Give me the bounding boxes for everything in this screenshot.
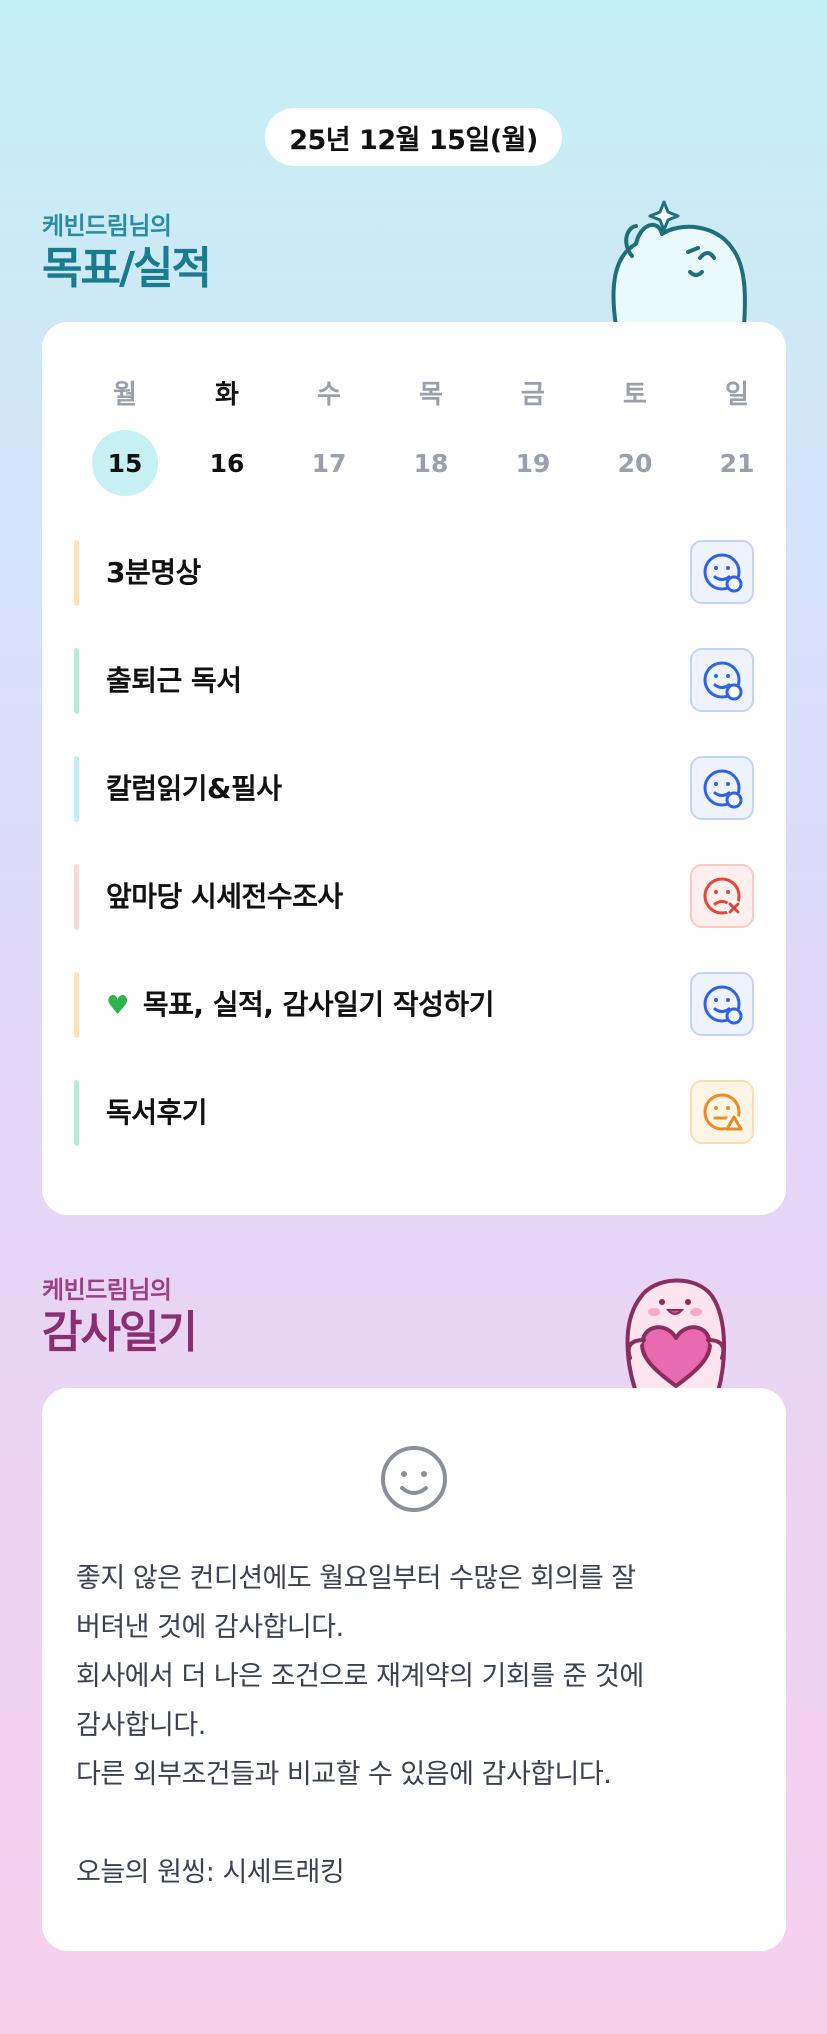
done-face-icon (703, 769, 743, 809)
done-face-icon (703, 661, 743, 701)
goal-item[interactable]: 앞마당 시세전수조사 (74, 864, 754, 930)
goal-item[interactable]: 독서후기 (74, 1080, 754, 1146)
smile-face-icon (381, 1446, 447, 1512)
goal-label: 독서후기 (106, 1096, 208, 1129)
goal-color-bar (74, 540, 79, 606)
goal-status-button[interactable] (690, 648, 754, 712)
goals-card: 월 화 수 목 금 토 일 15 16 17 18 19 20 21 3분명상 … (42, 322, 786, 1215)
gratitude-blank-line (76, 1799, 756, 1848)
goal-status-button[interactable] (690, 756, 754, 820)
goal-label: 3분명상 (106, 556, 201, 589)
goal-label: 앞마당 시세전수조사 (106, 880, 343, 913)
date-cell-selected[interactable]: 15 (74, 430, 176, 496)
date-cell[interactable]: 21 (686, 430, 788, 496)
ghost-mascot-icon (611, 200, 747, 326)
green-heart-icon: ♥ (106, 991, 129, 1021)
date-cell[interactable]: 16 (176, 430, 278, 496)
pink-mascot-heart-icon (625, 1278, 727, 1392)
done-face-icon (703, 985, 743, 1025)
weekday-mon: 월 (113, 380, 137, 410)
done-face-icon (703, 553, 743, 593)
goal-label: 출퇴근 독서 (106, 664, 242, 697)
weekday-sat: 토 (623, 380, 647, 410)
failed-face-icon (703, 877, 742, 916)
date-cell[interactable]: 17 (278, 430, 380, 496)
goal-color-bar (74, 648, 79, 714)
goal-item[interactable]: ♥ 목표, 실적, 감사일기 작성하기 (74, 972, 754, 1038)
weekday-fri: 금 (521, 380, 545, 410)
weekday-sun: 일 (725, 380, 749, 410)
date-cell[interactable]: 18 (380, 430, 482, 496)
gratitude-line: 버텨낸 것에 감사합니다. (76, 1612, 344, 1643)
gratitude-line: 좋지 않은 컨디션에도 월요일부터 수많은 회의를 잘 (76, 1563, 636, 1594)
goal-status-button[interactable] (690, 864, 754, 928)
goal-color-bar (74, 864, 79, 930)
goal-color-bar (74, 756, 79, 822)
goal-status-button[interactable] (690, 972, 754, 1036)
date-display[interactable]: 25년 12월 15일(월) (265, 108, 562, 166)
gratitude-line: 회사에서 더 나은 조건으로 재계약의 기회를 준 것에 (76, 1661, 644, 1692)
goal-item[interactable]: 3분명상 (74, 540, 754, 606)
warning-face-icon (703, 1093, 743, 1133)
gratitude-text: 좋지 않은 컨디션에도 월요일부터 수많은 회의를 잘 버텨낸 것에 감사합니다… (76, 1554, 756, 1897)
goal-item[interactable]: 칼럼읽기&필사 (74, 756, 754, 822)
weekday-wed: 수 (317, 380, 341, 410)
goal-item[interactable]: 출퇴근 독서 (74, 648, 754, 714)
gratitude-section-title: 감사일기 (42, 1307, 198, 1358)
weekday-thu: 목 (419, 380, 443, 410)
gratitude-line: 감사합니다. (76, 1710, 206, 1741)
goal-label: 칼럼읽기&필사 (106, 772, 282, 805)
goal-status-button[interactable] (690, 540, 754, 604)
goal-label-row: ♥ 목표, 실적, 감사일기 작성하기 (106, 972, 494, 1038)
goals-section-title: 목표/실적 (42, 243, 212, 294)
weekday-header: 월 화 수 목 금 토 일 (74, 374, 790, 411)
goal-status-button[interactable] (690, 1080, 754, 1144)
gratitude-one-thing: 오늘의 원씽: 시세트래킹 (76, 1857, 345, 1888)
gratitude-card: 좋지 않은 컨디션에도 월요일부터 수많은 회의를 잘 버텨낸 것에 감사합니다… (42, 1388, 786, 1951)
goal-color-bar (74, 1080, 79, 1146)
date-cell[interactable]: 20 (584, 430, 686, 496)
goal-color-bar (74, 972, 79, 1038)
weekday-tue: 화 (215, 380, 239, 410)
date-cell[interactable]: 19 (482, 430, 584, 496)
goal-label: 목표, 실적, 감사일기 작성하기 (142, 988, 495, 1021)
gratitude-line: 다른 외부조건들과 비교할 수 있음에 감사합니다. (76, 1759, 612, 1790)
week-dates: 15 16 17 18 19 20 21 (74, 430, 790, 496)
